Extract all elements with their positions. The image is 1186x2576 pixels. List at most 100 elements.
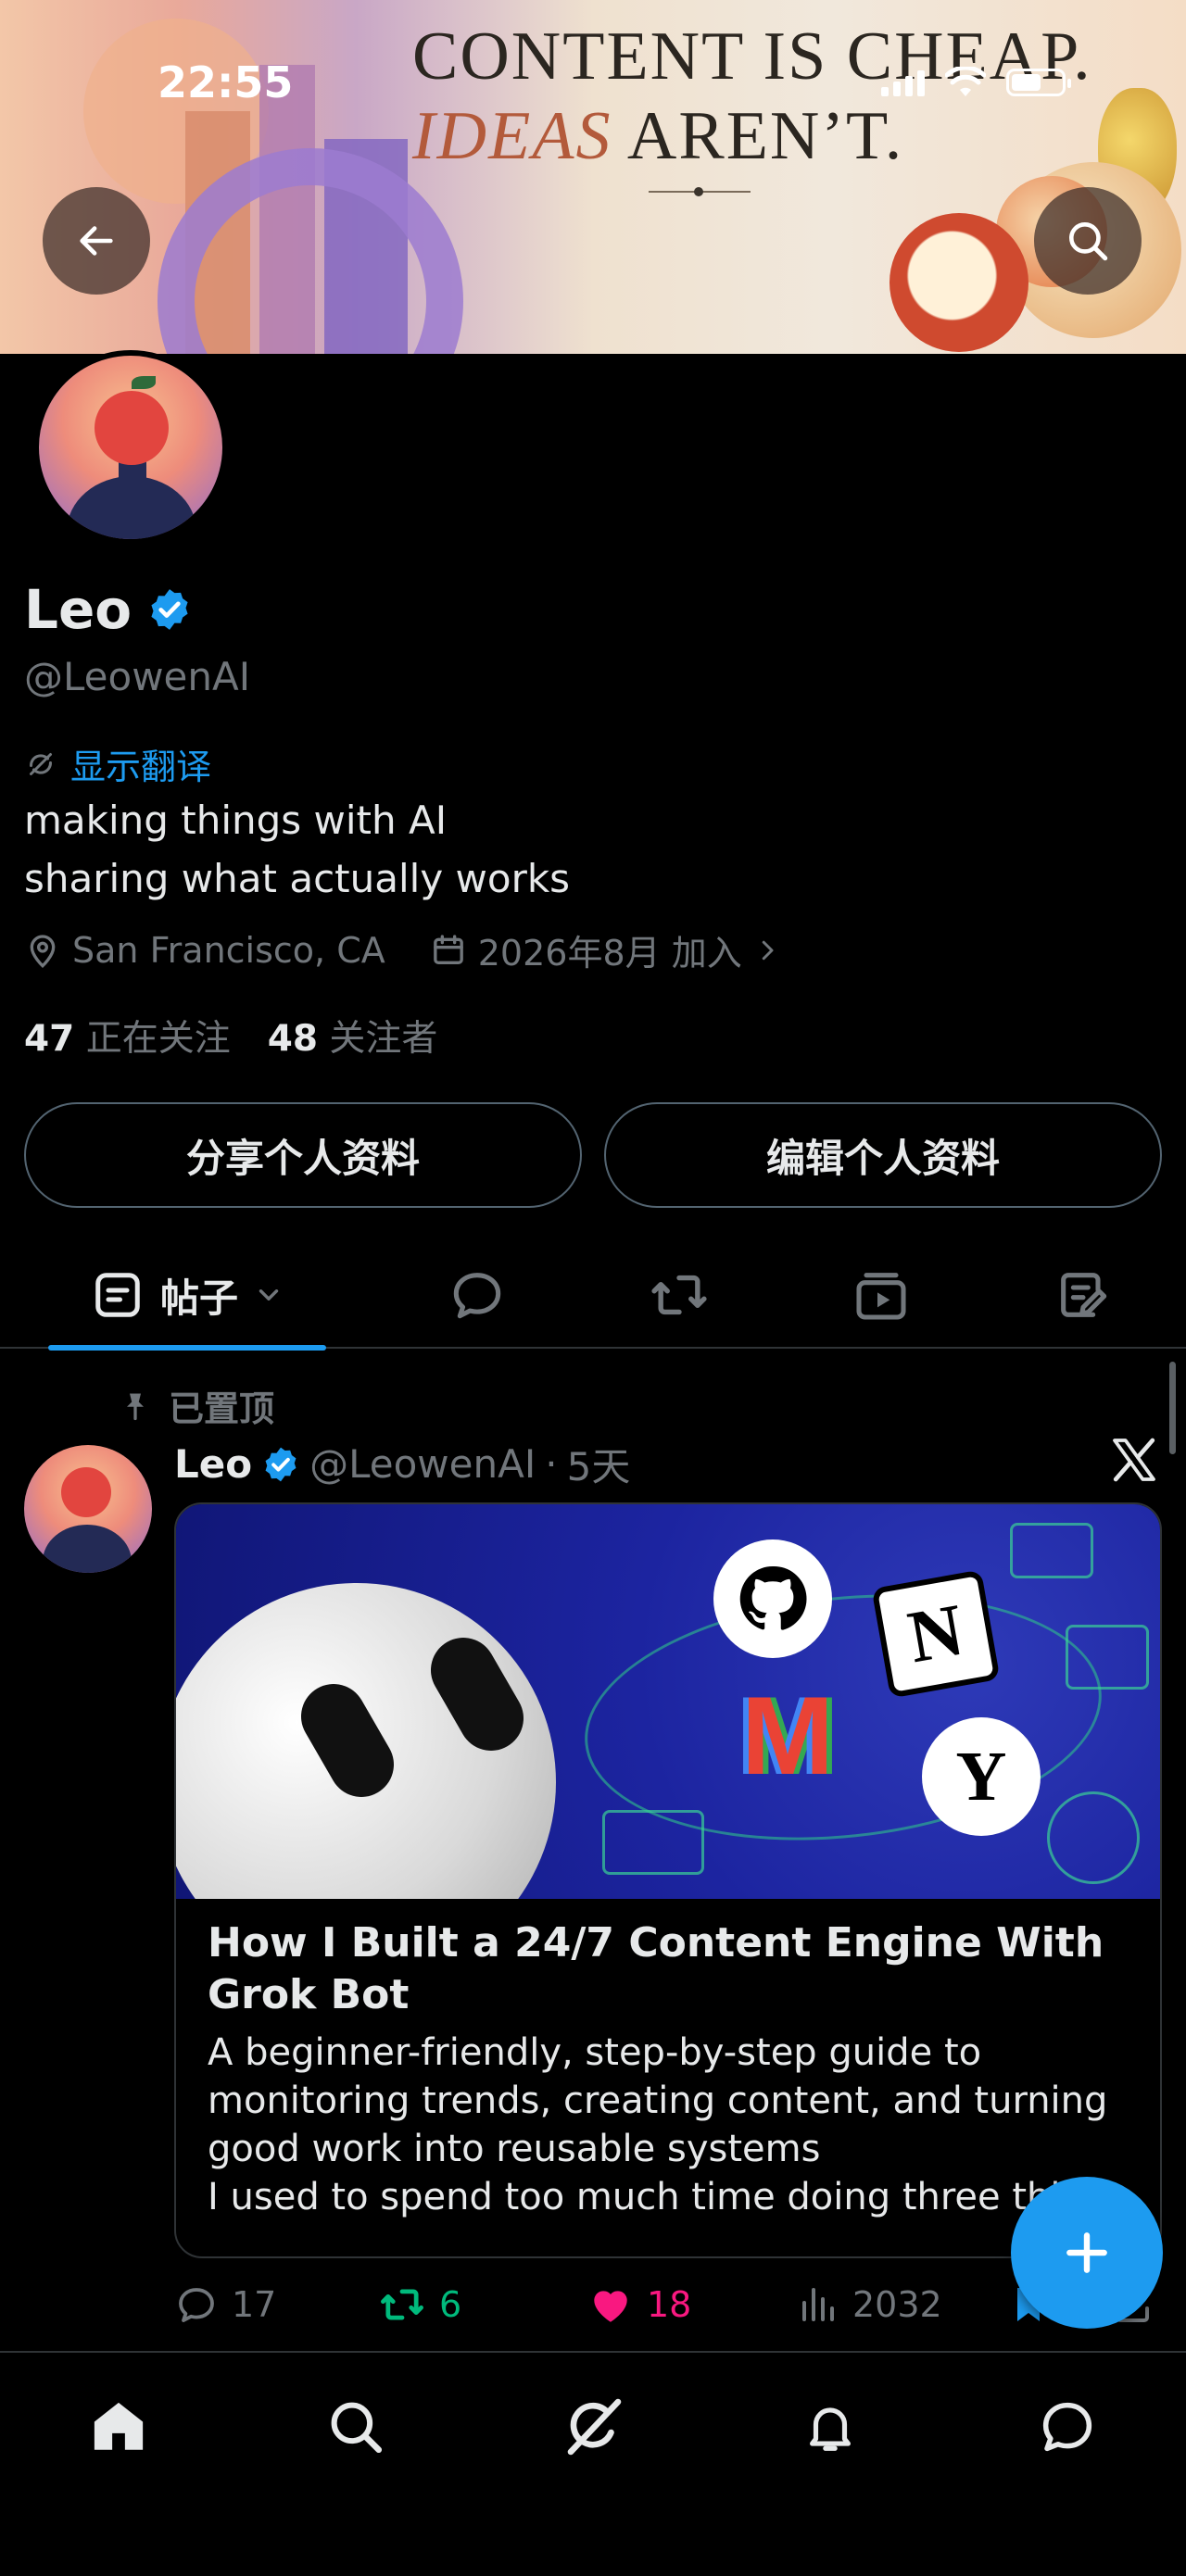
banner-apple-half (890, 213, 1028, 352)
views-button[interactable]: 2032 (795, 2282, 942, 2327)
followers-count: 48 (267, 1018, 318, 1060)
articles-icon (1061, 1273, 1107, 1317)
like-count: 18 (647, 2284, 692, 2325)
post-action-bar: 17 6 18 2032 (174, 2277, 1162, 2332)
signal-icon (881, 69, 925, 96)
follow-stats: 47 正在关注 48 关注者 (24, 1010, 437, 1062)
chat-bubble-icon (1042, 2402, 1092, 2452)
following-label: 正在关注 (85, 1018, 231, 1060)
banner-line-2-emph: IDEAS (412, 98, 612, 174)
show-translation-label: 显示翻译 (70, 747, 212, 787)
tab-reposts[interactable] (628, 1241, 730, 1349)
chevron-down-icon (259, 1289, 279, 1301)
profile-name-text: Leo (24, 578, 132, 641)
profile-meta: San Francisco, CA 2026年8月 加入 (24, 924, 781, 975)
post-header: Leo @LeowenAI · 5天 (174, 1436, 630, 1492)
arrow-left-icon (80, 226, 113, 256)
home-filled-icon (94, 2402, 144, 2450)
profile-location: San Francisco, CA (72, 929, 385, 971)
followers-label: 关注者 (329, 1018, 438, 1060)
profile-avatar[interactable] (33, 350, 228, 545)
back-button[interactable] (43, 187, 150, 295)
compose-post-button[interactable] (1011, 2177, 1163, 2329)
profile-banner: CONTENT IS CHEAP. IDEAS AREN’T. (0, 0, 1186, 354)
pinned-label: 已置顶 (169, 1389, 275, 1429)
translate-icon (29, 752, 53, 775)
following-count: 47 (24, 1018, 75, 1060)
article-cover-image: N M Y (176, 1504, 1160, 1899)
profile-name: Leo (24, 578, 193, 641)
repost-count: 6 (439, 2284, 462, 2325)
pinned-indicator: 已置顶 (119, 1380, 274, 1431)
profile-handle: @LeowenAI (24, 654, 251, 699)
repost-button[interactable]: 6 (378, 2281, 461, 2329)
notion-icon: N (871, 1569, 1001, 1699)
y-logo-icon: Y (922, 1717, 1041, 1836)
reply-icon (179, 2288, 214, 2322)
profile-joined[interactable]: 2026年8月 加入 (478, 924, 742, 975)
post-author-name[interactable]: Leo (174, 1441, 252, 1487)
pin-icon (127, 1393, 144, 1420)
posts-icon (95, 1273, 140, 1317)
banner-line-2-rest: AREN’T. (626, 98, 904, 174)
verified-badge-icon (265, 1447, 296, 1481)
article-card[interactable]: N M Y How I Built a 24/7 Content Engine … (174, 1502, 1162, 2258)
status-icons (881, 67, 1071, 98)
media-icon (856, 1273, 906, 1320)
tab-replies[interactable] (426, 1241, 528, 1349)
post-time[interactable]: 5天 (567, 1436, 631, 1492)
share-profile-button[interactable]: 分享个人资料 (24, 1102, 582, 1208)
calendar-icon (433, 934, 463, 964)
view-count: 2032 (852, 2284, 942, 2325)
replies-icon (453, 1273, 501, 1319)
tab-articles[interactable] (1032, 1241, 1134, 1349)
tab-posts[interactable]: 帖子 (48, 1241, 326, 1351)
search-icon (331, 2402, 383, 2454)
x-logo-icon[interactable] (1108, 1434, 1160, 1499)
wifi-icon (945, 67, 986, 96)
chevron-right-icon[interactable] (753, 936, 781, 964)
post-separator: · (545, 1441, 558, 1487)
like-button[interactable]: 18 (587, 2281, 691, 2328)
followers-link[interactable]: 48 关注者 (268, 1010, 438, 1062)
nav-messages[interactable] (1030, 2390, 1104, 2464)
gmail-icon: M (741, 1674, 834, 1798)
repost-icon (381, 2289, 423, 2320)
nav-grok[interactable] (556, 2390, 630, 2464)
reply-button[interactable]: 17 (174, 2282, 276, 2327)
profile-tabs: 帖子 (0, 1241, 1186, 1351)
reposts-icon (651, 1275, 707, 1315)
edit-profile-button[interactable]: 编辑个人资料 (604, 1102, 1162, 1208)
bio-line: sharing what actually works (24, 856, 571, 901)
plus-icon (1066, 2232, 1107, 2273)
heart-filled-icon (594, 2291, 627, 2322)
grok-icon (567, 2398, 622, 2456)
banner-dot (694, 187, 703, 196)
verified-badge-icon (151, 589, 188, 630)
status-time: 22:55 (158, 57, 294, 107)
nav-search[interactable] (319, 2390, 393, 2464)
tab-posts-label: 帖子 (159, 1275, 238, 1321)
article-title: How I Built a 24/7 Content Engine With G… (208, 1919, 1104, 2018)
search-button[interactable] (1034, 187, 1142, 295)
views-chart-icon (802, 2288, 834, 2321)
tab-media[interactable] (830, 1241, 932, 1349)
nav-notifications[interactable] (793, 2390, 867, 2464)
post-author-avatar[interactable] (24, 1445, 152, 1573)
bio-line: making things with AI (24, 798, 448, 843)
show-translation-link[interactable]: 显示翻译 (24, 738, 211, 789)
scrollbar[interactable] (1169, 1362, 1176, 1454)
nav-home[interactable] (82, 2390, 156, 2464)
banner-line-2: IDEAS AREN’T. (412, 96, 1154, 176)
location-pin-icon (30, 934, 56, 968)
github-icon (713, 1539, 832, 1658)
article-description: A beginner-friendly, step-by-step guide … (208, 2031, 1108, 2218)
following-link[interactable]: 47 正在关注 (24, 1010, 231, 1062)
battery-icon (1006, 69, 1071, 96)
bell-icon (810, 2407, 851, 2451)
profile-bio: making things with AI sharing what actua… (24, 791, 570, 908)
x-glyph (1113, 1438, 1155, 1482)
post-author-handle[interactable]: @LeowenAI (309, 1441, 536, 1487)
bottom-navigation (0, 2351, 1186, 2576)
reply-count: 17 (232, 2284, 277, 2325)
